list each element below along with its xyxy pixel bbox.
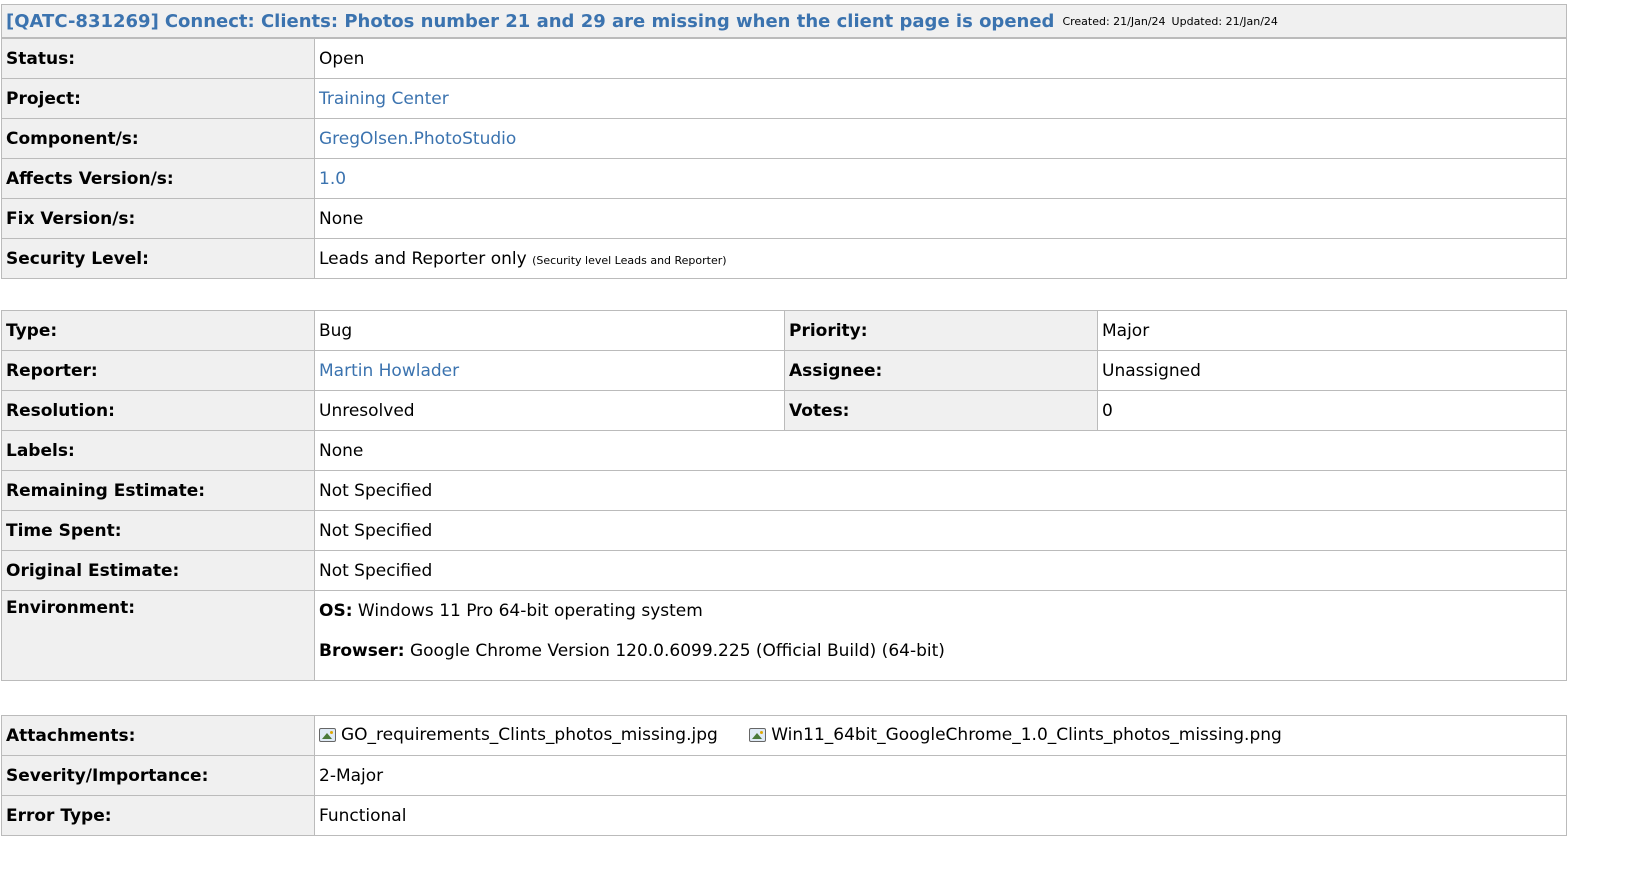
labels-label: Labels: xyxy=(1,430,315,471)
security-level-note: (Security level Leads and Reporter) xyxy=(532,253,727,267)
project-link[interactable]: Training Center xyxy=(319,89,449,109)
status-value: Open xyxy=(314,38,1567,79)
fix-version-value: None xyxy=(314,198,1567,239)
status-label: Status: xyxy=(1,38,315,79)
table-row: Security Level: Leads and Reporter only … xyxy=(1,238,1567,279)
votes-value: 0 xyxy=(1097,390,1567,431)
table-row: Type: Bug Priority: Major xyxy=(1,310,1567,351)
affects-version-label: Affects Version/s: xyxy=(1,158,315,199)
time-spent-label: Time Spent: xyxy=(1,510,315,551)
time-spent-value: Not Specified xyxy=(314,510,1567,551)
table-row: Severity/Importance: 2-Major xyxy=(1,755,1567,796)
details-table: Status: Open Project: Training Center Co… xyxy=(1,38,1567,279)
project-cell: Training Center xyxy=(314,78,1567,119)
environment-label: Environment: xyxy=(1,590,315,681)
issue-key-link[interactable]: [QATC-831269] xyxy=(6,11,159,32)
attachment-item[interactable]: Win11_64bit_GoogleChrome_1.0_Clints_phot… xyxy=(749,725,1282,745)
remaining-estimate-label: Remaining Estimate: xyxy=(1,470,315,511)
table-row: Error Type: Functional xyxy=(1,795,1567,836)
created-date: Created: 21/Jan/24 xyxy=(1062,14,1166,28)
table-row: Environment: OS: Windows 11 Pro 64-bit o… xyxy=(1,590,1567,681)
type-label: Type: xyxy=(1,310,315,351)
table-row: Original Estimate: Not Specified xyxy=(1,550,1567,591)
remaining-estimate-value: Not Specified xyxy=(314,470,1567,511)
component-cell: GregOlsen.PhotoStudio xyxy=(314,118,1567,159)
severity-label: Severity/Importance: xyxy=(1,755,315,796)
error-type-value: Functional xyxy=(314,795,1567,836)
resolution-label: Resolution: xyxy=(1,390,315,431)
original-estimate-value: Not Specified xyxy=(314,550,1567,591)
table-row: Status: Open xyxy=(1,38,1567,79)
environment-os: OS: Windows 11 Pro 64-bit operating syst… xyxy=(319,598,1562,638)
updated-date: Updated: 21/Jan/24 xyxy=(1171,14,1278,28)
attachment-name[interactable]: GO_requirements_Clints_photos_missing.jp… xyxy=(341,725,718,745)
custom-fields-table: Attachments: GO_requirements_Clints_phot… xyxy=(1,715,1567,836)
original-estimate-label: Original Estimate: xyxy=(1,550,315,591)
component-link[interactable]: GregOlsen.PhotoStudio xyxy=(319,129,516,149)
fields-table: Type: Bug Priority: Major Reporter: Mart… xyxy=(1,310,1567,681)
security-level-value: Leads and Reporter only xyxy=(319,248,527,269)
environment-value: OS: Windows 11 Pro 64-bit operating syst… xyxy=(314,590,1567,681)
table-row: Fix Version/s: None xyxy=(1,198,1567,239)
browser-value: Google Chrome Version 120.0.6099.225 (Of… xyxy=(409,641,945,661)
error-type-label: Error Type: xyxy=(1,795,315,836)
image-file-icon xyxy=(749,727,767,742)
affects-version-link[interactable]: 1.0 xyxy=(319,169,346,189)
table-row: Project: Training Center xyxy=(1,78,1567,119)
priority-value: Major xyxy=(1097,310,1567,351)
resolution-value: Unresolved xyxy=(314,390,785,431)
security-level-cell: Leads and Reporter only (Security level … xyxy=(314,238,1567,279)
os-label: OS: xyxy=(319,601,353,621)
browser-label: Browser: xyxy=(319,641,405,661)
votes-label: Votes: xyxy=(784,390,1098,431)
issue-summary-link[interactable]: Connect: Clients: Photos number 21 and 2… xyxy=(165,11,1055,32)
security-level-label: Security Level: xyxy=(1,238,315,279)
reporter-link[interactable]: Martin Howlader xyxy=(319,361,459,381)
attachment-item[interactable]: GO_requirements_Clints_photos_missing.jp… xyxy=(319,725,718,745)
attachment-name[interactable]: Win11_64bit_GoogleChrome_1.0_Clints_phot… xyxy=(771,725,1282,745)
table-row: Labels: None xyxy=(1,430,1567,471)
reporter-cell: Martin Howlader xyxy=(314,350,785,391)
table-row: Reporter: Martin Howlader Assignee: Unas… xyxy=(1,350,1567,391)
assignee-label: Assignee: xyxy=(784,350,1098,391)
table-row: Time Spent: Not Specified xyxy=(1,510,1567,551)
affects-version-cell: 1.0 xyxy=(314,158,1567,199)
table-row: Affects Version/s: 1.0 xyxy=(1,158,1567,199)
attachments-label: Attachments: xyxy=(1,715,315,756)
table-row: Attachments: GO_requirements_Clints_phot… xyxy=(1,715,1567,756)
reporter-label: Reporter: xyxy=(1,350,315,391)
project-label: Project: xyxy=(1,78,315,119)
severity-value: 2-Major xyxy=(314,755,1567,796)
attachments-value: GO_requirements_Clints_photos_missing.jp… xyxy=(314,715,1567,756)
table-row: Remaining Estimate: Not Specified xyxy=(1,470,1567,511)
component-label: Component/s: xyxy=(1,118,315,159)
type-value: Bug xyxy=(314,310,785,351)
environment-browser: Browser: Google Chrome Version 120.0.609… xyxy=(319,638,1562,678)
issue-view: [QATC-831269] Connect: Clients: Photos n… xyxy=(1,4,1567,836)
priority-label: Priority: xyxy=(784,310,1098,351)
table-row: Component/s: GregOlsen.PhotoStudio xyxy=(1,118,1567,159)
fix-version-label: Fix Version/s: xyxy=(1,198,315,239)
assignee-value: Unassigned xyxy=(1097,350,1567,391)
issue-dates: Created: 21/Jan/24 Updated: 21/Jan/24 xyxy=(1062,15,1278,28)
table-row: Resolution: Unresolved Votes: 0 xyxy=(1,390,1567,431)
os-value: Windows 11 Pro 64-bit operating system xyxy=(357,601,703,621)
issue-header: [QATC-831269] Connect: Clients: Photos n… xyxy=(1,4,1567,38)
labels-value: None xyxy=(314,430,1567,471)
image-file-icon xyxy=(319,727,336,742)
